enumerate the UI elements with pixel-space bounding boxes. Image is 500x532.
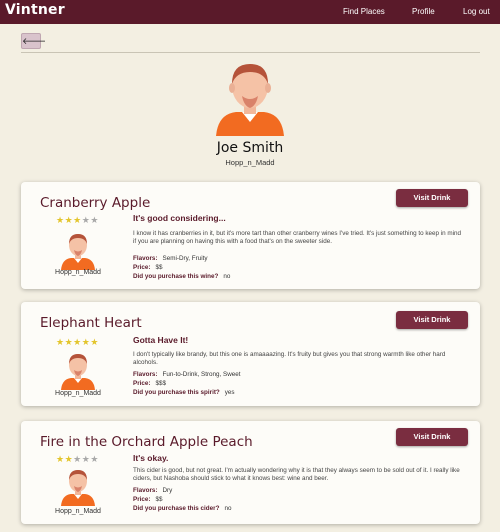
- star-filled-icon: ★: [73, 337, 82, 347]
- star-rating: ★★★★★: [56, 215, 99, 225]
- visit-drink-button[interactable]: Visit Drink: [396, 311, 468, 329]
- review-body: I know it has cranberries in it, but it'…: [133, 230, 462, 245]
- star-rating: ★★★★★: [56, 454, 99, 464]
- arrow-left-icon: 🡐: [22, 36, 47, 46]
- reviewer-avatar: [61, 234, 95, 270]
- divider: [21, 52, 480, 53]
- star-filled-icon: ★: [56, 454, 65, 464]
- review-title: It's good considering...: [133, 213, 226, 223]
- star-filled-icon: ★: [64, 454, 74, 464]
- star-filled-icon: ★: [73, 215, 82, 225]
- review-card: Elephant Heart Visit Drink ★★★★★ Hopp_n_…: [21, 302, 480, 406]
- star-empty-icon: ★: [90, 215, 99, 225]
- profile-handle: Hopp_n_Madd: [225, 158, 275, 167]
- drink-title[interactable]: Elephant Heart: [40, 315, 142, 331]
- star-rating: ★★★★★: [56, 337, 99, 347]
- flavors-row: Flavors: Fun-to-Drink, Strong, Sweet: [133, 371, 241, 378]
- price-row: Price: $$$: [133, 380, 167, 387]
- review-title: Gotta Have It!: [133, 335, 189, 345]
- nav-logout[interactable]: Log out: [463, 7, 490, 16]
- star-filled-icon: ★: [56, 215, 65, 225]
- brand-logo[interactable]: Vintner: [5, 2, 65, 18]
- review-body: This cider is good, but not great. I'm a…: [133, 467, 460, 482]
- purchase-row: Did you purchase this wine? no: [133, 273, 231, 280]
- nav-find-places[interactable]: Find Places: [343, 7, 385, 16]
- flavors-row: Flavors: Dry: [133, 487, 173, 494]
- review-card: Fire in the Orchard Apple Peach Visit Dr…: [21, 421, 480, 524]
- profile-name: Joe Smith: [216, 140, 284, 156]
- star-filled-icon: ★: [56, 337, 65, 347]
- profile-avatar: [216, 64, 284, 136]
- star-filled-icon: ★: [64, 215, 74, 225]
- visit-drink-button[interactable]: Visit Drink: [396, 189, 468, 207]
- star-empty-icon: ★: [73, 454, 82, 464]
- review-body: I don't typically like brandy, but this …: [133, 351, 446, 366]
- review-title: It's okay.: [133, 453, 169, 463]
- star-empty-icon: ★: [90, 454, 99, 464]
- price-row: Price: $$: [133, 496, 163, 503]
- reviewer-name[interactable]: Hopp_n_Madd: [41, 269, 115, 276]
- review-card: Cranberry Apple Visit Drink ★★★★★ Hopp_n…: [21, 182, 480, 289]
- drink-title[interactable]: Fire in the Orchard Apple Peach: [40, 434, 253, 450]
- reviewer-name[interactable]: Hopp_n_Madd: [41, 508, 115, 515]
- reviewer-avatar: [61, 470, 95, 506]
- price-row: Price: $$: [133, 264, 163, 271]
- nav-profile[interactable]: Profile: [412, 7, 435, 16]
- purchase-row: Did you purchase this spirit? yes: [133, 389, 235, 396]
- drink-title[interactable]: Cranberry Apple: [40, 195, 150, 211]
- reviewer-name[interactable]: Hopp_n_Madd: [41, 390, 115, 397]
- visit-drink-button[interactable]: Visit Drink: [396, 428, 468, 446]
- navbar: Vintner Find Places Profile Log out: [0, 0, 500, 24]
- star-filled-icon: ★: [64, 337, 74, 347]
- reviewer-avatar: [61, 354, 95, 390]
- flavors-row: Flavors: Semi-Dry, Fruity: [133, 255, 208, 262]
- purchase-row: Did you purchase this cider? no: [133, 505, 232, 512]
- back-button[interactable]: 🡐: [21, 33, 46, 49]
- star-filled-icon: ★: [90, 337, 99, 347]
